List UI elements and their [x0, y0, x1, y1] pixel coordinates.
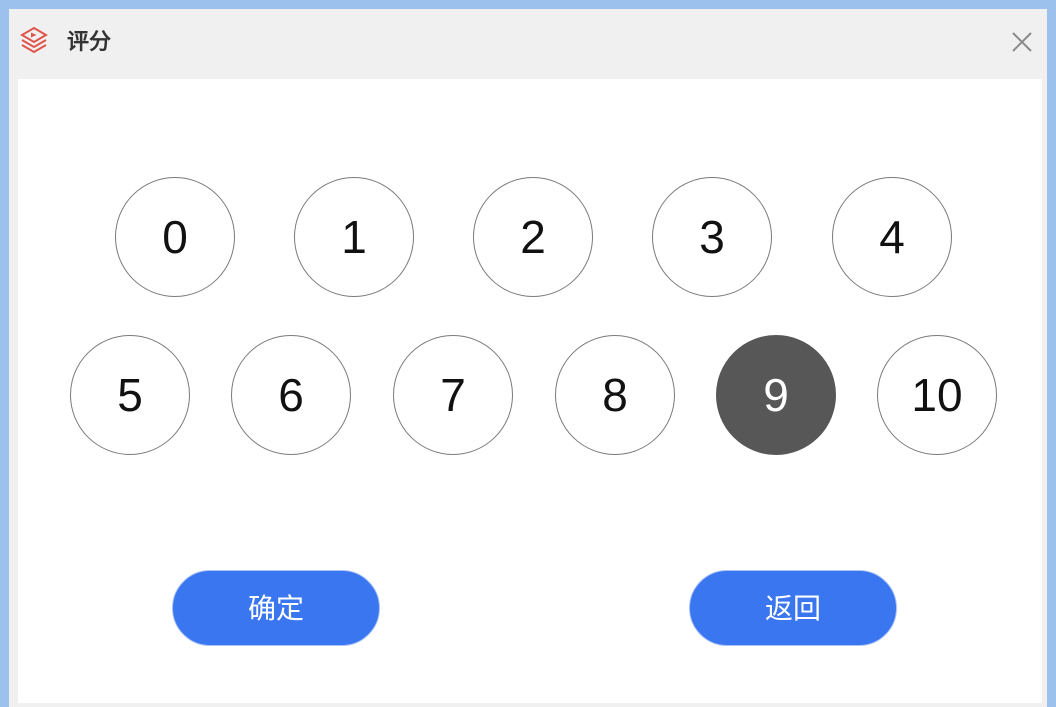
confirm-button[interactable]: 确定	[172, 570, 380, 646]
layered-play-icon	[20, 26, 48, 54]
score-option-7[interactable]: 7	[393, 335, 513, 455]
close-icon[interactable]	[1007, 27, 1037, 57]
score-option-6[interactable]: 6	[231, 335, 351, 455]
score-option-3[interactable]: 3	[652, 177, 772, 297]
back-button[interactable]: 返回	[689, 570, 897, 646]
score-option-5[interactable]: 5	[70, 335, 190, 455]
score-option-2[interactable]: 2	[473, 177, 593, 297]
score-option-9[interactable]: 9	[716, 335, 836, 455]
rating-dialog: 评分 0 1 2 3 4 5 6 7 8 9 10 确定 返回	[9, 9, 1047, 707]
score-option-10[interactable]: 10	[877, 335, 997, 455]
score-option-4[interactable]: 4	[832, 177, 952, 297]
score-option-1[interactable]: 1	[294, 177, 414, 297]
window-title: 评分	[67, 29, 112, 54]
title-bar: 评分	[9, 9, 1047, 79]
rating-panel: 0 1 2 3 4 5 6 7 8 9 10 确定 返回	[18, 79, 1042, 703]
score-option-8[interactable]: 8	[555, 335, 675, 455]
score-option-0[interactable]: 0	[115, 177, 235, 297]
